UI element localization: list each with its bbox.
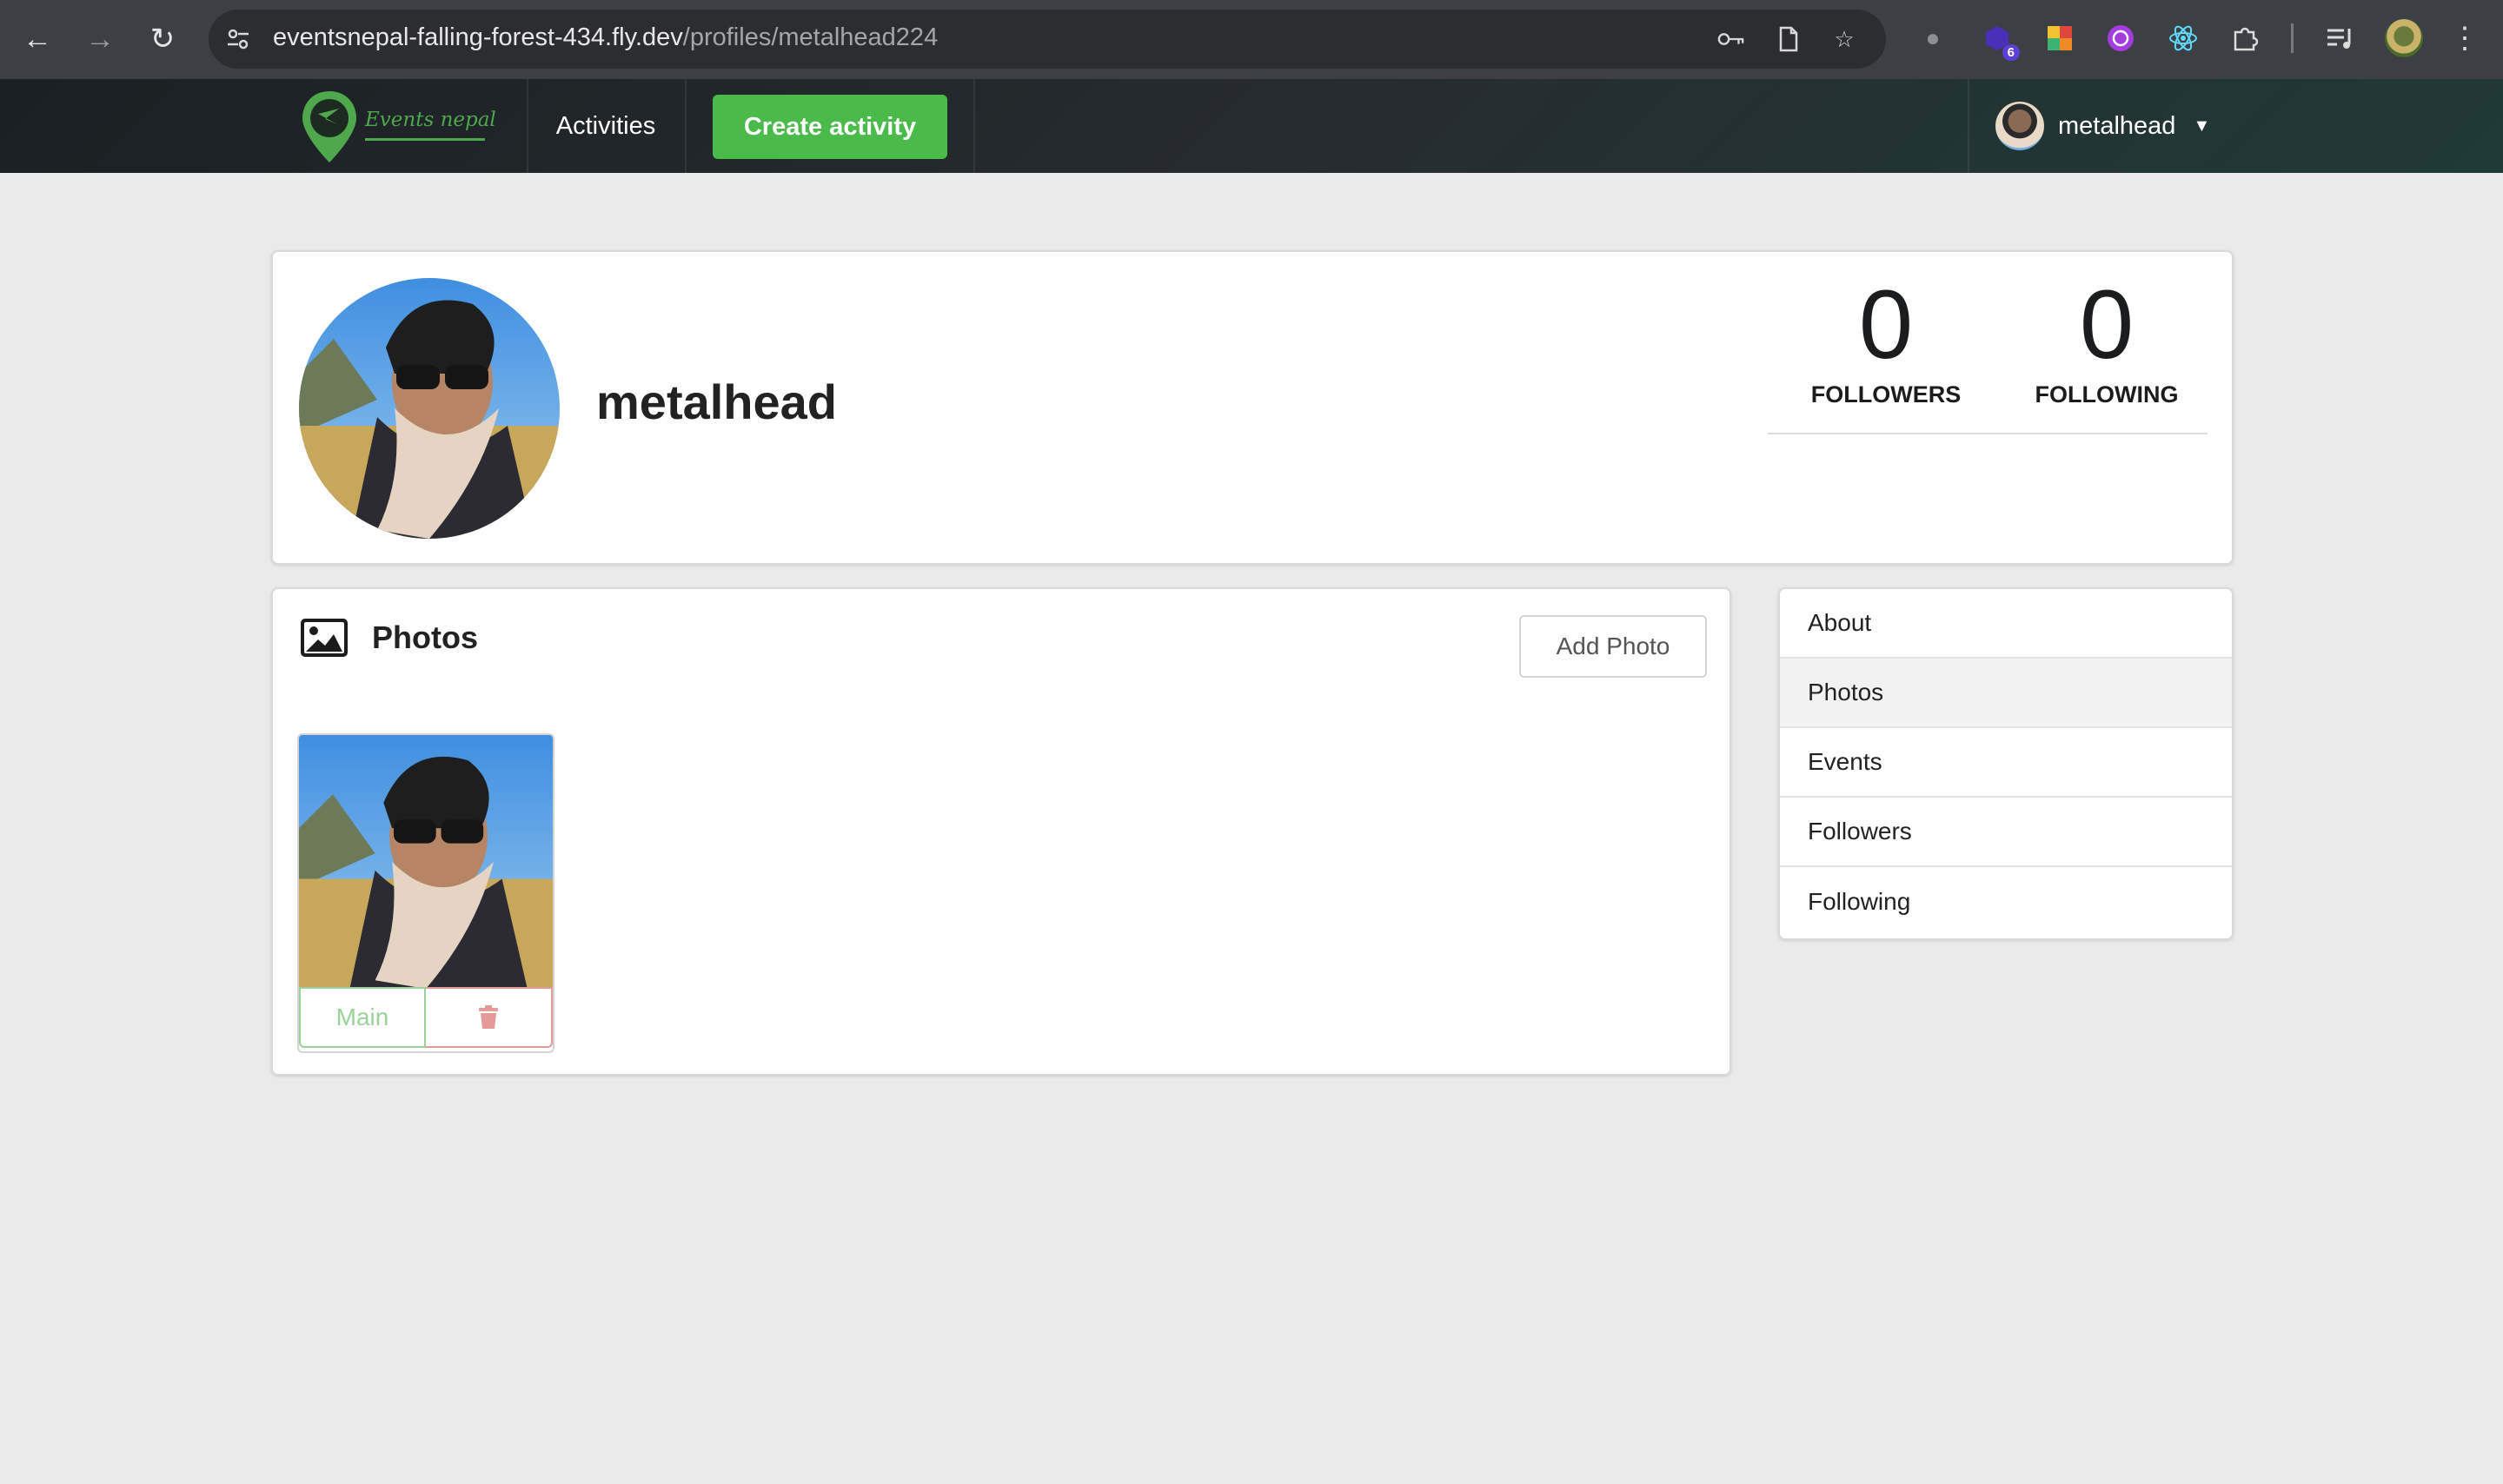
photos-panel: Photos Add Photo Main bbox=[271, 587, 1731, 1076]
events-nepal-logo[interactable]: Events nepal bbox=[299, 88, 496, 166]
photos-heading: Photos bbox=[372, 619, 478, 655]
url-path: /profiles/metalhead224 bbox=[682, 23, 939, 51]
nav-activities-link[interactable]: Activities bbox=[527, 79, 685, 173]
forward-arrow-icon[interactable]: → bbox=[80, 19, 120, 59]
followers-count: 0 bbox=[1858, 270, 1914, 379]
page-icon[interactable] bbox=[1775, 25, 1803, 53]
followers-stat: 0 FOLLOWERS bbox=[1790, 271, 1982, 408]
reload-icon[interactable]: ↻ bbox=[143, 19, 183, 59]
nav-divider bbox=[973, 79, 975, 173]
profile-header-card: metalhead 0 FOLLOWERS 0 FOLLOWING bbox=[271, 250, 2234, 565]
following-stat: 0 FOLLOWING bbox=[2011, 271, 2202, 408]
extension-hex-icon[interactable]: 6 bbox=[1980, 21, 2020, 61]
create-activity-button[interactable]: Create activity bbox=[713, 95, 947, 159]
menu-item-about[interactable]: About bbox=[1780, 589, 2232, 659]
extension-purple-icon[interactable] bbox=[2103, 21, 2138, 56]
url-text[interactable]: eventsnepal-falling-forest-434.fly.dev/p… bbox=[273, 23, 938, 52]
media-controls-icon[interactable] bbox=[2322, 21, 2357, 56]
photo-card: Main bbox=[297, 733, 554, 1053]
nav-divider bbox=[685, 79, 687, 173]
user-avatar bbox=[1995, 102, 2044, 150]
site-settings-icon[interactable] bbox=[224, 25, 252, 53]
photo-image[interactable] bbox=[299, 735, 553, 989]
followers-label: FOLLOWERS bbox=[1810, 381, 1962, 408]
menu-item-followers[interactable]: Followers bbox=[1780, 798, 2232, 867]
trash-icon bbox=[479, 1005, 498, 1029]
user-menu-dropdown[interactable]: metalhead ▼ bbox=[1968, 79, 2228, 173]
bookmark-star-icon[interactable]: ☆ bbox=[1830, 25, 1858, 53]
profile-side-menu: About Photos Events Followers Following bbox=[1778, 587, 2234, 940]
following-label: FOLLOWING bbox=[2035, 381, 2179, 408]
browser-toolbar: ← → ↻ eventsnepal-falling-forest-434.fly… bbox=[0, 0, 2503, 79]
image-icon bbox=[301, 619, 348, 657]
stats-divider bbox=[1768, 433, 2208, 434]
logo-underline bbox=[365, 138, 485, 141]
app-navbar: Events nepal Activities Create activity … bbox=[0, 79, 2503, 173]
logo-text: Events nepal bbox=[365, 109, 496, 131]
key-icon[interactable] bbox=[1717, 25, 1745, 53]
caret-down-icon: ▼ bbox=[2193, 116, 2211, 136]
set-main-button[interactable]: Main bbox=[299, 987, 426, 1048]
extensions-puzzle-icon[interactable] bbox=[2228, 21, 2263, 56]
address-bar[interactable]: eventsnepal-falling-forest-434.fly.dev/p… bbox=[209, 10, 1886, 69]
url-host: eventsnepal-falling-forest-434.fly.dev bbox=[273, 23, 683, 51]
user-name: metalhead bbox=[2058, 111, 2176, 140]
photos-header: Photos bbox=[301, 619, 478, 657]
following-count: 0 bbox=[2079, 270, 2135, 379]
toolbar-divider bbox=[2291, 23, 2294, 53]
photo-actions: Main bbox=[299, 987, 553, 1050]
browser-profile-avatar[interactable] bbox=[2385, 19, 2423, 57]
react-devtools-icon[interactable] bbox=[2166, 21, 2201, 56]
extension-badge: 6 bbox=[2002, 44, 2020, 61]
portrait-image bbox=[299, 278, 560, 539]
menu-item-following[interactable]: Following bbox=[1780, 867, 2232, 937]
profile-avatar bbox=[299, 278, 560, 539]
delete-photo-button[interactable] bbox=[426, 987, 553, 1048]
extension-icon[interactable]: ● bbox=[1915, 21, 1950, 56]
extension-colorful-icon[interactable] bbox=[2042, 21, 2077, 56]
profile-display-name: metalhead bbox=[596, 374, 837, 429]
menu-item-photos[interactable]: Photos bbox=[1780, 659, 2232, 728]
back-arrow-icon[interactable]: ← bbox=[17, 19, 57, 59]
add-photo-button[interactable]: Add Photo bbox=[1519, 615, 1707, 678]
more-menu-icon[interactable]: ⋮ bbox=[2447, 21, 2482, 56]
menu-item-events[interactable]: Events bbox=[1780, 728, 2232, 798]
